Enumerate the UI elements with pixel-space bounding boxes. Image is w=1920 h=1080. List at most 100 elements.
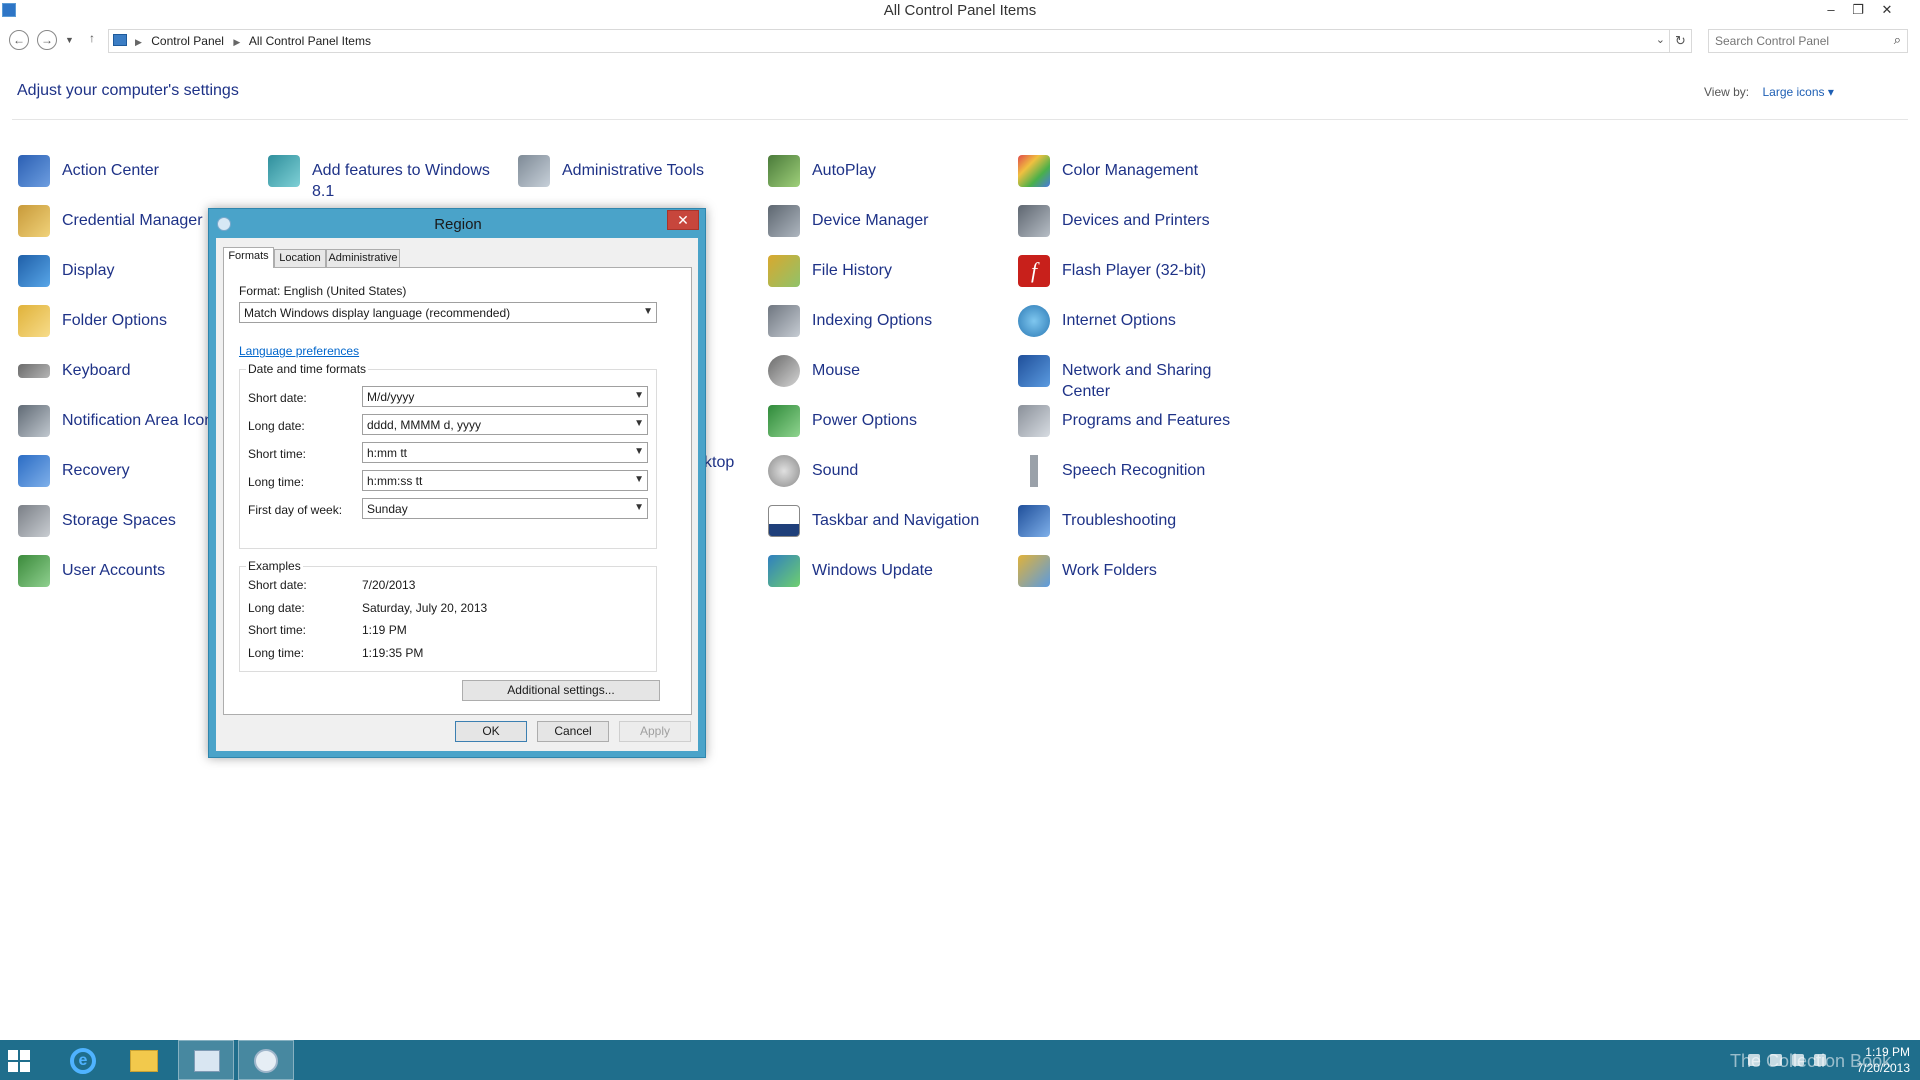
flag-icon: [18, 155, 50, 187]
example-short-time-label: Short time:: [248, 623, 307, 637]
item-taskbar-navigation[interactable]: Taskbar and Navigation: [768, 502, 1008, 546]
example-long-date-label: Long date:: [248, 601, 305, 615]
volume-icon[interactable]: [1814, 1054, 1826, 1066]
back-button[interactable]: ←: [9, 30, 29, 50]
search-icon[interactable]: ⌕: [1894, 32, 1901, 48]
item-flash-player[interactable]: f Flash Player (32-bit): [1018, 252, 1258, 296]
apply-button[interactable]: Apply: [619, 721, 691, 742]
first-day-label: First day of week:: [248, 503, 343, 517]
taskbar-navigation-icon: [768, 505, 800, 537]
item-power-options[interactable]: Power Options: [768, 402, 1008, 446]
start-button[interactable]: [0, 1040, 48, 1080]
chevron-down-icon: ▼: [634, 390, 644, 401]
example-long-time-label: Long time:: [248, 646, 305, 660]
long-time-select[interactable]: h:mm:ss tt ▼: [362, 470, 648, 491]
short-time-label: Short time:: [248, 447, 307, 461]
view-by-label: View by:: [1704, 85, 1750, 99]
dialog-close-button[interactable]: ✕: [667, 210, 699, 230]
item-internet-options[interactable]: Internet Options: [1018, 302, 1258, 346]
long-time-label: Long time:: [248, 475, 305, 489]
speaker-icon: [768, 455, 800, 487]
programs-icon: [1018, 405, 1050, 437]
additional-settings-button[interactable]: Additional settings...: [462, 680, 660, 701]
view-by: View by: Large icons ▾: [1704, 85, 1834, 99]
microphone-icon: [1018, 455, 1050, 487]
breadcrumb: ▶ Control Panel ▶ All Control Panel Item…: [135, 34, 371, 48]
item-device-manager[interactable]: Device Manager: [768, 202, 1008, 246]
chevron-down-icon: ▼: [634, 502, 644, 513]
up-button[interactable]: ↑: [89, 31, 95, 45]
item-troubleshooting[interactable]: Troubleshooting: [1018, 502, 1258, 546]
short-time-select[interactable]: h:mm tt ▼: [362, 442, 648, 463]
control-panel-taskbar-button[interactable]: [178, 1040, 234, 1080]
computer-icon: [113, 34, 127, 46]
item-action-center[interactable]: Action Center: [18, 152, 258, 196]
divider: [12, 119, 1908, 120]
ok-button[interactable]: OK: [455, 721, 527, 742]
item-windows-update[interactable]: Windows Update: [768, 552, 1008, 596]
tab-administrative[interactable]: Administrative: [326, 249, 400, 267]
internet-explorer-button[interactable]: e: [56, 1040, 112, 1080]
breadcrumb-all-items[interactable]: All Control Panel Items: [249, 34, 371, 48]
language-preferences-link[interactable]: Language preferences: [239, 344, 359, 358]
search-input[interactable]: [1715, 33, 1875, 49]
cancel-button[interactable]: Cancel: [537, 721, 609, 742]
example-long-date-value: Saturday, July 20, 2013: [362, 601, 488, 615]
printer-icon: [1018, 205, 1050, 237]
item-speech-recognition[interactable]: Speech Recognition: [1018, 452, 1258, 496]
item-indexing-options[interactable]: Indexing Options: [768, 302, 1008, 346]
item-mouse[interactable]: Mouse: [768, 352, 1008, 396]
autoplay-icon: [768, 155, 800, 187]
chevron-down-icon[interactable]: ⌄: [1656, 33, 1665, 46]
monitor-icon: [18, 255, 50, 287]
recent-locations-dropdown[interactable]: ▼: [65, 35, 74, 45]
minimize-button[interactable]: –: [1818, 0, 1844, 22]
recovery-icon: [18, 455, 50, 487]
mouse-icon: [768, 355, 800, 387]
power-icon: [768, 405, 800, 437]
view-by-dropdown[interactable]: Large icons ▾: [1762, 85, 1833, 99]
region-taskbar-button[interactable]: [238, 1040, 294, 1080]
format-select[interactable]: Match Windows display language (recommen…: [239, 302, 657, 323]
item-color-management[interactable]: Color Management: [1018, 152, 1258, 196]
vault-icon: [18, 205, 50, 237]
item-devices-printers[interactable]: Devices and Printers: [1018, 202, 1258, 246]
item-autoplay[interactable]: AutoPlay: [768, 152, 1008, 196]
refresh-button[interactable]: ↻: [1670, 29, 1692, 53]
chevron-down-icon: ▼: [643, 306, 653, 317]
format-label: Format: English (United States): [239, 284, 407, 298]
flag-icon[interactable]: [1770, 1054, 1782, 1066]
clock-time[interactable]: 1:19 PM: [1855, 1045, 1910, 1059]
add-features-icon: [268, 155, 300, 187]
show-hidden-icons-icon[interactable]: [1748, 1054, 1760, 1066]
item-work-folders[interactable]: Work Folders: [1018, 552, 1258, 596]
close-window-button[interactable]: ✕: [1874, 0, 1900, 22]
search-box[interactable]: ⌕: [1708, 29, 1908, 53]
item-programs-features[interactable]: Programs and Features: [1018, 402, 1258, 446]
item-add-features[interactable]: Add features to Windows 8.1: [268, 152, 508, 200]
restore-button[interactable]: ❐: [1845, 0, 1871, 22]
work-folders-icon: [1018, 555, 1050, 587]
tab-formats[interactable]: Formats: [223, 247, 274, 268]
first-day-select[interactable]: Sunday ▼: [362, 498, 648, 519]
breadcrumb-control-panel[interactable]: Control Panel: [151, 34, 224, 48]
item-administrative-tools[interactable]: Administrative Tools: [518, 152, 758, 196]
item-sound[interactable]: Sound: [768, 452, 1008, 496]
forward-button[interactable]: →: [37, 30, 57, 50]
short-date-select[interactable]: M/d/yyyy ▼: [362, 386, 648, 407]
dialog-title: Region: [434, 216, 482, 233]
item-network-sharing[interactable]: Network and Sharing Center: [1018, 352, 1258, 400]
clock-date[interactable]: 7/20/2013: [1840, 1061, 1910, 1075]
long-date-select[interactable]: dddd, MMMM d, yyyy ▼: [362, 414, 648, 435]
network-icon[interactable]: [1792, 1054, 1804, 1066]
dialog-body: Formats Location Administrative Format: …: [216, 238, 698, 751]
windows-logo-icon: [8, 1050, 30, 1072]
example-short-date-label: Short date:: [248, 578, 307, 592]
file-explorer-button[interactable]: [116, 1040, 172, 1080]
chevron-down-icon: ▼: [634, 418, 644, 429]
file-history-icon: [768, 255, 800, 287]
item-notification-area-icons[interactable]: Notification Area Icons: [18, 402, 208, 446]
address-bar[interactable]: ▶ Control Panel ▶ All Control Panel Item…: [108, 29, 1670, 53]
tab-location[interactable]: Location: [274, 249, 326, 267]
item-file-history[interactable]: File History: [768, 252, 1008, 296]
